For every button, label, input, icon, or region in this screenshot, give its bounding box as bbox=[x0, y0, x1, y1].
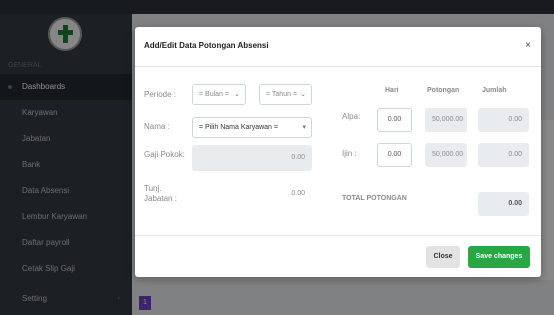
chevron-down-icon: ⌄ bbox=[300, 91, 306, 98]
nama-select-value: = Pilih Nama Karyawan = bbox=[199, 124, 278, 131]
alpa-hari-input[interactable]: 0.00 bbox=[377, 108, 412, 132]
ijin-jumlah-field: 0.00 bbox=[478, 143, 529, 167]
hari-header: Hari bbox=[385, 87, 399, 94]
tahun-select-value: = Tahun = bbox=[266, 91, 298, 98]
total-potongan-field: 0.00 bbox=[478, 192, 529, 216]
ijin-hari-input[interactable]: 0.00 bbox=[377, 143, 412, 167]
nama-label: Nama : bbox=[144, 122, 170, 131]
alpa-potongan-field: 50,000.00 bbox=[425, 108, 467, 132]
chevron-down-icon: ▾ bbox=[302, 124, 306, 131]
modal-header: Add/Edit Data Potongan Absensi × bbox=[135, 27, 541, 67]
close-button[interactable]: Close bbox=[426, 246, 460, 268]
potongan-absensi-modal: Add/Edit Data Potongan Absensi × Periode… bbox=[135, 27, 541, 277]
tunj-jabatan-label: Tunj. Jabatan : bbox=[144, 184, 177, 203]
nama-select[interactable]: = Pilih Nama Karyawan = ▾ bbox=[192, 117, 312, 138]
gaji-pokok-label: Gaji Pokok: bbox=[144, 150, 185, 159]
chevron-down-icon: ⌄ bbox=[234, 91, 240, 98]
bulan-select-value: = Bulan = bbox=[199, 91, 229, 98]
tahun-select[interactable]: = Tahun = ⌄ bbox=[259, 84, 312, 105]
ijin-label: Ijin : bbox=[342, 149, 357, 158]
alpa-jumlah-field: 0.00 bbox=[478, 108, 529, 132]
close-icon[interactable]: × bbox=[525, 40, 531, 51]
bulan-select[interactable]: = Bulan = ⌄ bbox=[192, 84, 246, 105]
ijin-potongan-field: 50,000.00 bbox=[425, 143, 467, 167]
gaji-pokok-field: 0.00 bbox=[192, 145, 312, 171]
save-changes-button[interactable]: Save changes bbox=[468, 246, 530, 268]
jumlah-header: Jumlah bbox=[482, 87, 507, 94]
tunj-jabatan-field: 0.00 bbox=[192, 181, 312, 207]
periode-label: Periode : bbox=[144, 90, 177, 99]
total-potongan-label: TOTAL POTONGAN bbox=[342, 195, 407, 202]
alpa-label: Alpa: bbox=[342, 112, 361, 121]
potongan-header: Potongan bbox=[427, 87, 460, 94]
modal-title: Add/Edit Data Potongan Absensi bbox=[144, 41, 269, 50]
